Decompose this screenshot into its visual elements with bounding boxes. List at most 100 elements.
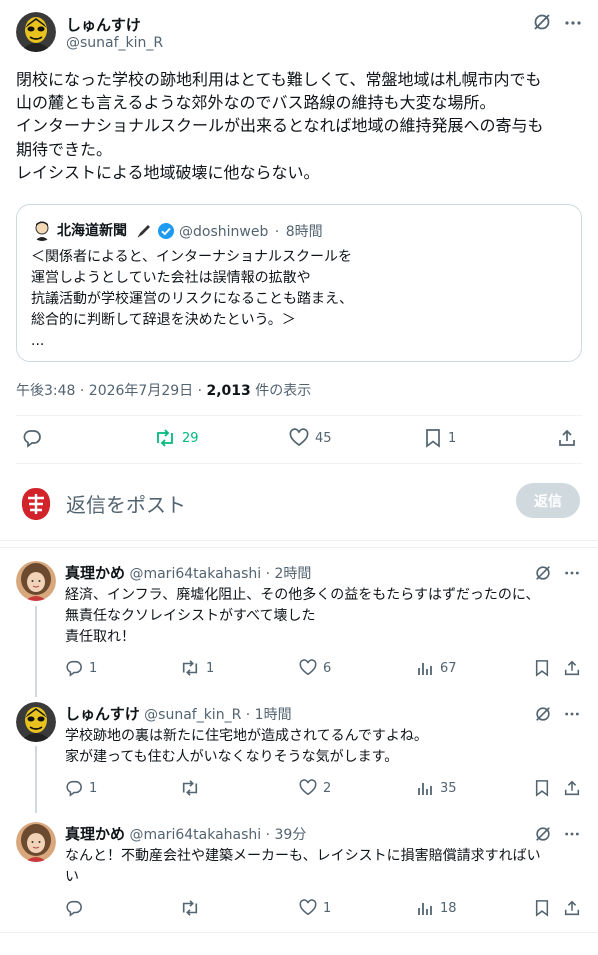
views-count: 35 [440,780,457,796]
reply-action-bar: 1 18 [0,899,598,923]
grok-icon[interactable] [534,703,552,723]
author-handle[interactable]: @sunaf_kin_R [66,35,163,51]
reply-time[interactable]: · 39分 [266,827,307,843]
more-options-icon[interactable] [564,823,580,842]
repost-icon [157,429,173,447]
reply-button[interactable]: 1 [65,659,97,677]
reply-button[interactable]: 1 [65,779,97,797]
more-options-icon[interactable] [564,12,582,32]
post-text-line: インターナショナルスクールが出来るとなれば地域の維持発展への寄与も [16,116,544,136]
views-count: 18 [440,900,457,916]
like-count: 45 [315,430,332,446]
reply-time[interactable]: · 1時間 [246,707,292,723]
quote-line: ＜関係者によると、インターナショナルスクールを [31,249,353,265]
share-button[interactable] [563,659,581,677]
views-button[interactable]: 35 [416,779,457,797]
share-button[interactable] [557,428,577,448]
divider [16,463,582,464]
share-icon [564,780,580,796]
reply-text-line: 経済、インフラ、廃墟化阻止、その他多くの益をもたらすはずだったのに、 [65,587,540,603]
repost-icon [182,660,198,676]
reply-action-bar: 1 1 6 67 [0,659,598,683]
quote-body: ＜関係者によると、インターナショナルスクールを 運営しようとしていた会社は誤情報… [31,247,353,352]
like-button[interactable]: 1 [299,899,331,917]
grok-icon[interactable] [534,562,552,582]
verified-badge-icon [157,220,175,240]
quote-meta: @doshinweb · 8時間 [179,221,325,241]
repost-button[interactable]: 29 [154,428,199,448]
views-chart-icon [418,903,432,915]
author-avatar[interactable] [16,12,56,52]
views-button[interactable]: 18 [416,899,457,917]
divider [16,415,582,416]
reply-icon [23,430,41,448]
section-divider [0,932,598,933]
reply-avatar[interactable] [16,822,56,862]
post-timestamp[interactable]: 午後3:48 · 2026年7月29日 · [16,383,207,399]
repost-count: 1 [206,660,215,676]
views-count: 67 [440,660,457,676]
main-post-header: しゅんすけ @sunaf_kin_R [16,12,582,56]
reply-text: 学校跡地の裏は新たに住宅地が造成されてるんですよね。 家が建っても住む人がいなく… [65,726,428,768]
quote-line: 抗議活動が学校運営のリスクになることも踏まえ、 [31,291,353,307]
reply-composer-input[interactable]: 返信をポスト [66,489,186,518]
views-button[interactable]: 67 [416,659,457,677]
repost-icon [182,900,198,916]
reply-author-handle[interactable]: @mari64takahashi [129,827,261,843]
reply-avatar[interactable] [16,702,56,742]
post-text: 閉校になった学校の跡地利用はとても難しくて、常盤地域は札幌市内でも 山の麓とも言… [16,68,586,184]
repost-button[interactable] [180,779,206,797]
reply-icon [66,900,82,917]
author-name[interactable]: しゅんすけ [66,14,141,35]
quote-line: ... [31,333,45,349]
like-count: 6 [323,660,332,676]
bookmark-icon [426,429,440,448]
quoted-post[interactable]: 北海道新聞 @doshinweb · 8時間 ＜関係者によると、インターナショナ… [16,204,582,362]
reply-author-name[interactable]: 真理かめ [65,564,125,582]
views-label: 件の表示 [250,383,312,399]
quote-handle: @doshinweb [179,224,269,240]
repost-button[interactable]: 1 [180,659,214,677]
reply-author-handle[interactable]: @sunaf_kin_R [144,707,241,723]
reply-text: なんと！不動産会社や建築メーカーも、レイシストに損害賠償請求すればい い [65,846,541,888]
grok-icon[interactable] [534,823,552,843]
reply-text-line: なんと！不動産会社や建築メーカーも、レイシストに損害賠償請求すればい [65,848,541,864]
views-chart-icon [418,663,432,675]
like-button[interactable]: 45 [289,428,332,448]
reply-text-line: 家が建っても住む人がいなくなりそうな気がします。 [65,749,399,765]
views-chart-icon [418,783,432,795]
quote-separator: · [274,224,280,240]
heart-icon [299,899,317,916]
reply-submit-button[interactable]: 返信 [516,483,580,518]
reply-author-name[interactable]: しゅんすけ [65,705,140,723]
quote-avatar [31,219,53,241]
reply-icon [66,780,82,797]
bookmark-button[interactable]: 1 [424,428,456,448]
share-button[interactable] [563,899,581,917]
reply-author-handle[interactable]: @mari64takahashi [129,566,261,582]
post-timestamp-views: 午後3:48 · 2026年7月29日 · 2,013 件の表示 [16,380,311,400]
share-icon [559,429,575,446]
reply-time[interactable]: · 2時間 [266,566,312,582]
bookmark-count: 1 [448,430,457,446]
grok-icon[interactable] [532,12,552,33]
like-button[interactable]: 2 [299,779,331,797]
bookmark-button[interactable] [534,899,550,917]
repost-button[interactable] [180,899,206,917]
bookmark-button[interactable] [534,779,550,797]
more-options-icon[interactable] [564,703,580,722]
reply-button[interactable] [22,428,42,448]
quote-line: 運営しようとしていた会社は誤情報の拡散や [31,270,311,286]
share-button[interactable] [563,779,581,797]
reply-avatar[interactable] [16,561,56,601]
reply-button[interactable] [65,899,89,917]
more-options-icon[interactable] [564,562,580,581]
post-text-line: 閉校になった学校の跡地利用はとても難しくて、常盤地域は札幌市内でも [16,70,542,89]
reply-author-name[interactable]: 真理かめ [65,825,125,843]
bookmark-button[interactable] [534,659,550,677]
post-text-line: 期待できた。 [16,139,113,159]
views-count: 2,013 [206,383,251,399]
like-count: 1 [323,900,332,916]
like-button[interactable]: 6 [299,659,331,677]
reply-action-bar: 1 2 35 [0,779,598,803]
